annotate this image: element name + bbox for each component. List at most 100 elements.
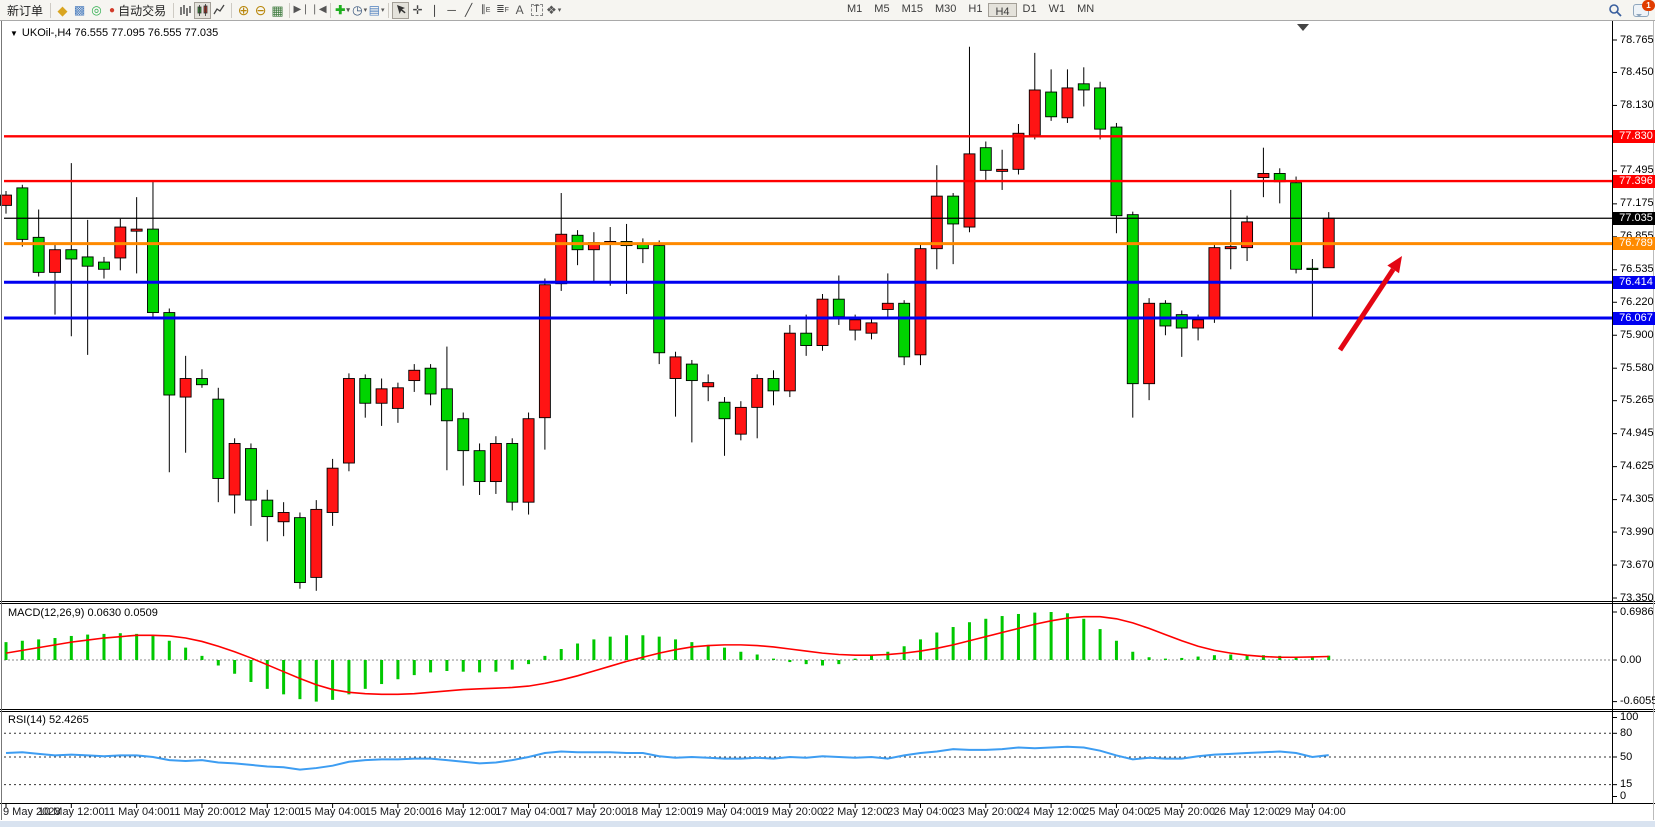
macd-bar — [935, 633, 938, 660]
fibonacci-icon[interactable]: ≣F — [494, 2, 511, 19]
candle-body — [539, 285, 550, 418]
macd-bar — [756, 655, 759, 660]
candle-body — [17, 188, 28, 240]
date-label: 18 May 12:00 — [626, 806, 693, 818]
candle-body — [1013, 133, 1024, 169]
candle-body — [1078, 84, 1089, 90]
candle-body — [1046, 92, 1057, 117]
candle-body — [327, 468, 338, 512]
chat-icon[interactable]: 1 — [1633, 4, 1649, 17]
timeframe-button-h1[interactable]: H1 — [962, 1, 988, 19]
crosshair-icon[interactable]: ✛ — [409, 2, 426, 19]
macd-bar — [1066, 613, 1069, 660]
macd-bar — [380, 660, 383, 684]
candle-body — [409, 370, 420, 380]
macd-bar — [1099, 629, 1102, 660]
cursor-icon[interactable] — [392, 2, 409, 19]
candle-body — [180, 379, 191, 398]
macd-bar — [984, 619, 987, 660]
price-tick-label: 78.130 — [1620, 99, 1654, 111]
macd-bar — [919, 639, 922, 660]
tile-windows-icon[interactable]: ▦ — [269, 2, 286, 19]
price-tick-label: 74.305 — [1620, 493, 1654, 505]
macd-bar — [837, 660, 840, 664]
templates-icon[interactable]: ▤▾ — [368, 2, 385, 19]
candle-body — [245, 449, 256, 501]
shapes-icon[interactable]: ❖▾ — [545, 2, 562, 19]
timeframe-button-h4[interactable]: H4 — [988, 3, 1016, 17]
search-icon[interactable] — [1606, 2, 1623, 19]
macd-bar — [200, 656, 203, 660]
zoom-in-icon[interactable]: ⊕ — [235, 2, 252, 19]
macd-bar — [658, 637, 661, 660]
timeframe-button-m1[interactable]: M1 — [841, 1, 868, 19]
macd-bar — [233, 660, 236, 674]
macd-bar — [1033, 613, 1036, 660]
candle-body — [294, 518, 305, 583]
timeframe-button-d1[interactable]: D1 — [1017, 1, 1043, 19]
market-watch-icon[interactable]: ◎ — [88, 2, 105, 19]
zoom-out-icon[interactable]: ⊖ — [252, 2, 269, 19]
timeframe-button-m15[interactable]: M15 — [896, 1, 929, 19]
candle-body — [670, 357, 681, 379]
symbol-dropdown-icon[interactable]: ▼ — [10, 29, 18, 38]
chart-canvas[interactable] — [0, 0, 1655, 827]
timeframe-button-mn[interactable]: MN — [1071, 1, 1100, 19]
bar-chart-type-icon[interactable] — [177, 2, 194, 19]
symbol-ohlc-text: UKOil-,H4 76.555 77.095 76.555 77.035 — [22, 27, 218, 39]
price-line-flag: 77.830 — [1613, 130, 1655, 143]
vertical-line-icon[interactable]: ❘ — [426, 2, 443, 19]
horizontal-line-icon[interactable]: ─ — [443, 2, 460, 19]
macd-bar — [1164, 659, 1167, 660]
macd-bar — [511, 660, 514, 670]
candlestick-chart-type-icon[interactable] — [194, 2, 211, 19]
periods-clock-icon[interactable]: ◷▾ — [351, 2, 368, 19]
date-label: 19 May 04:00 — [691, 806, 758, 818]
macd-bar — [609, 637, 612, 660]
candle-body — [948, 196, 959, 224]
macd-bar — [690, 642, 693, 660]
timeframe-button-m30[interactable]: M30 — [929, 1, 962, 19]
macd-bar — [1017, 614, 1020, 660]
date-label: 23 May 04:00 — [887, 806, 954, 818]
auto-trading-icon: ● — [109, 5, 115, 16]
macd-bar — [396, 660, 399, 679]
separator — [50, 3, 51, 18]
text-label-icon[interactable]: T — [528, 2, 545, 19]
macd-bar — [37, 639, 40, 660]
candle-body — [343, 379, 354, 464]
mt4-terminal: 新订单 ◆ ▩ ◎ ● 自动交易 ⊕ ⊖ ▦ ▶❘ ❘◀ ✚▾ ◷▾ ▤▾ — [0, 0, 1655, 827]
trendline-icon[interactable]: ╱ — [460, 2, 477, 19]
date-label: 15 May 04:00 — [299, 806, 366, 818]
candle-body — [817, 299, 828, 345]
alert-icon[interactable]: ◆ — [54, 2, 71, 19]
chart-shift-icon[interactable]: ❘◀ — [310, 2, 327, 19]
macd-bar — [723, 648, 726, 660]
price-tick-label: 75.900 — [1620, 329, 1654, 341]
auto-trading-label: 自动交易 — [118, 2, 166, 19]
separator — [173, 3, 174, 18]
equidistant-channel-icon[interactable]: ∥E — [477, 2, 494, 19]
new-order-button[interactable]: 新订单 — [3, 1, 47, 19]
candle-body — [196, 379, 207, 385]
text-icon[interactable]: A — [511, 2, 528, 19]
candle-body — [703, 383, 714, 387]
macd-bar — [821, 660, 824, 665]
candle-body — [441, 389, 452, 421]
line-chart-type-icon[interactable] — [211, 2, 228, 19]
macd-bar — [445, 660, 448, 671]
candle-body — [392, 388, 403, 409]
timeframe-button-m5[interactable]: M5 — [868, 1, 895, 19]
price-line-flag: 76.414 — [1613, 276, 1655, 289]
price-tick-label: 74.945 — [1620, 427, 1654, 439]
date-label: 11 May 20:00 — [169, 806, 235, 818]
auto-scroll-icon[interactable]: ▶❘ — [293, 2, 310, 19]
timeframe-button-w1[interactable]: W1 — [1043, 1, 1072, 19]
indicators-add-icon[interactable]: ✚▾ — [334, 2, 351, 19]
date-label: 25 May 04:00 — [1083, 806, 1150, 818]
terminal-window-icon[interactable]: ▩ — [71, 2, 88, 19]
macd-bar — [347, 660, 350, 694]
auto-trading-button[interactable]: ● 自动交易 — [105, 1, 170, 19]
price-tick-label: 78.450 — [1620, 66, 1654, 78]
candle-body — [1, 195, 12, 205]
